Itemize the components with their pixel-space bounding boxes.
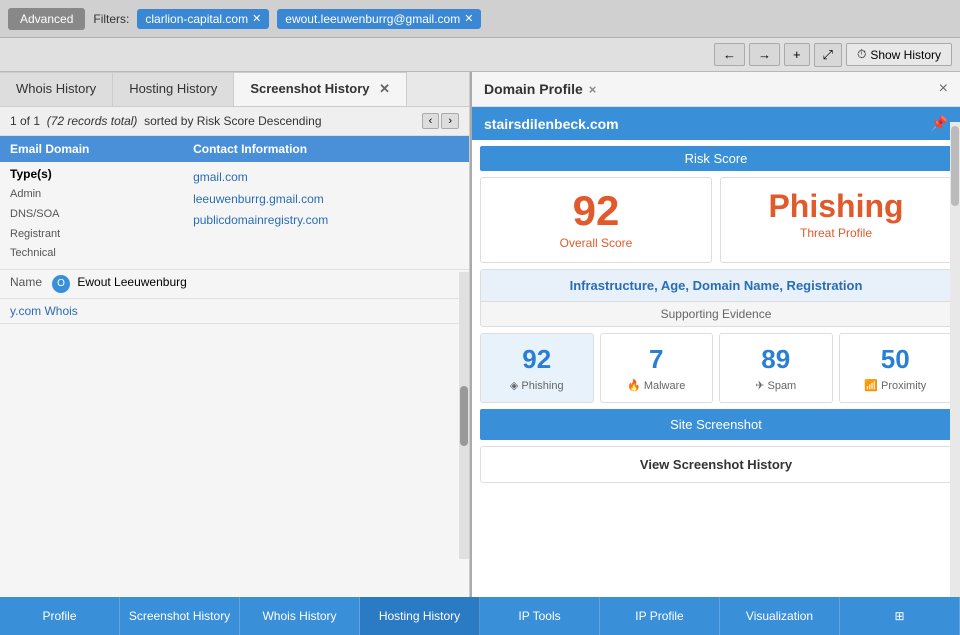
scores-row: 92 ◈ Phishing 7 🔥 Malware 89 ✈ Spam [480, 333, 952, 403]
left-panel: Whois History Hosting History Screenshot… [0, 72, 470, 597]
top-bar: Advanced Filters: clarlion-capital.com ✕… [0, 0, 960, 38]
overall-score-box: 92 Overall Score [480, 177, 712, 263]
tab-bar: Whois History Hosting History Screenshot… [0, 72, 469, 107]
score-phishing: 92 ◈ Phishing [480, 333, 594, 403]
malware-score-label: 🔥 Malware [605, 379, 709, 392]
filter-tag-2-text: ewout.leeuwenburrg@gmail.com [285, 12, 460, 26]
filter-tag-1: clarlion-capital.com ✕ [137, 9, 269, 29]
score-row: 92 Overall Score Phishing Threat Profile [480, 177, 952, 263]
spam-score-num: 89 [724, 344, 828, 375]
evidence-title: Infrastructure, Age, Domain Name, Regist… [481, 270, 951, 301]
grid-icon: ⊞ [894, 609, 904, 623]
malware-icon: 🔥 [627, 379, 641, 392]
filters-label: Filters: [93, 12, 129, 26]
records-bar: 1 of 1 (72 records total) sorted by Risk… [0, 107, 469, 136]
bottom-tab-visualization[interactable]: Visualization [720, 597, 840, 635]
col-email-domain: Email Domain [0, 136, 183, 162]
records-nav: ‹ › [422, 113, 459, 129]
nav-expand-button[interactable]: ⤢ [814, 43, 842, 67]
email-domain-cell: gmail.com leeuwenburrg.gmail.com publicd… [183, 162, 469, 270]
phishing-score-num: 92 [485, 344, 589, 375]
bottom-tab-ip-tools[interactable]: IP Tools [480, 597, 600, 635]
spam-score-label: ✈ Spam [724, 379, 828, 392]
modal-title: Domain Profile × [484, 81, 596, 97]
filter-tag-2-close[interactable]: ✕ [464, 12, 473, 25]
score-proximity: 50 📶 Proximity [839, 333, 953, 403]
tab-close-icon[interactable]: ✕ [379, 81, 390, 96]
modal-close-button[interactable]: × [939, 80, 948, 98]
proximity-score-num: 50 [844, 344, 948, 375]
modal-title-text: Domain Profile [484, 81, 583, 97]
domain-header: stairsdilenbeck.com 📌 [472, 107, 960, 140]
bottom-tab-screenshot-history[interactable]: Screenshot History [120, 597, 240, 635]
advanced-button[interactable]: Advanced [8, 8, 85, 30]
filter-tag-1-text: clarlion-capital.com [145, 12, 248, 26]
pin-icon[interactable]: 📌 [931, 115, 948, 132]
col-contact-info: Contact Information [183, 136, 469, 162]
filter-tag-2: ewout.leeuwenburrg@gmail.com ✕ [277, 9, 481, 29]
modal-header: Domain Profile × × [472, 72, 960, 107]
screenshot-bar[interactable]: Site Screenshot [480, 409, 952, 440]
type-cell: Type(s) Admin DNS/SOA Registrant Technic… [0, 162, 183, 270]
bottom-tab-grid[interactable]: ⊞ [840, 597, 960, 635]
bottom-tab-profile[interactable]: Profile [0, 597, 120, 635]
records-next-button[interactable]: › [441, 113, 459, 129]
nav-left-button[interactable]: ← [714, 43, 745, 66]
threat-text: Phishing [729, 190, 943, 222]
domain-name: stairsdilenbeck.com [484, 116, 619, 132]
table-row: Type(s) Admin DNS/SOA Registrant Technic… [0, 162, 469, 270]
records-text: 1 of 1 (72 records total) sorted by Risk… [10, 114, 322, 128]
malware-score-num: 7 [605, 344, 709, 375]
tab-whois-history[interactable]: Whois History [0, 72, 113, 106]
spam-icon: ✈ [755, 379, 764, 392]
nav-right-button[interactable]: → [749, 43, 780, 66]
overall-score-label: Overall Score [489, 236, 703, 250]
evidence-box: Infrastructure, Age, Domain Name, Regist… [480, 269, 952, 327]
bottom-tab-ip-profile[interactable]: IP Profile [600, 597, 720, 635]
domain-profile-modal: Domain Profile × × stairsdilenbeck.com 📌… [470, 72, 960, 597]
phishing-score-label: ◈ Phishing [485, 379, 589, 392]
filter-tag-1-close[interactable]: ✕ [252, 12, 261, 25]
threat-profile-box: Phishing Threat Profile [720, 177, 952, 263]
threat-label: Threat Profile [729, 226, 943, 240]
tab-screenshot-history[interactable]: Screenshot History ✕ [234, 72, 407, 106]
evidence-sub: Supporting Evidence [481, 301, 951, 326]
modal-title-close-x[interactable]: × [589, 82, 597, 97]
proximity-score-label: 📶 Proximity [844, 379, 948, 392]
modal-body: stairsdilenbeck.com 📌 Risk Score 92 Over… [472, 107, 960, 597]
view-screenshot-button[interactable]: View Screenshot History [480, 446, 952, 483]
bottom-bar: Profile Screenshot History Whois History… [0, 597, 960, 635]
clock-icon: ⏱ [857, 47, 866, 62]
overall-score-number: 92 [489, 190, 703, 232]
risk-score-header: Risk Score [480, 146, 952, 171]
bottom-tab-whois-history[interactable]: Whois History [240, 597, 360, 635]
score-malware: 7 🔥 Malware [600, 333, 714, 403]
bottom-tab-hosting-history[interactable]: Hosting History [360, 597, 480, 635]
phishing-icon: ◈ [510, 379, 518, 392]
show-history-button[interactable]: ⏱ Show History [846, 43, 952, 66]
nav-plus-button[interactable]: + [784, 43, 810, 66]
tab-hosting-history[interactable]: Hosting History [113, 72, 234, 106]
contact-row: Name O Ewout Leeuwenburg [0, 270, 469, 299]
second-bar: ← → + ⤢ ⏱ Show History [0, 38, 960, 72]
data-table: Email Domain Contact Information Type(s)… [0, 136, 469, 324]
score-spam: 89 ✈ Spam [719, 333, 833, 403]
records-prev-button[interactable]: ‹ [422, 113, 440, 129]
table-container: Email Domain Contact Information Type(s)… [0, 136, 469, 324]
show-history-label: Show History [870, 48, 941, 62]
whois-row: y.com Whois [0, 299, 469, 324]
proximity-icon: 📶 [864, 379, 878, 392]
